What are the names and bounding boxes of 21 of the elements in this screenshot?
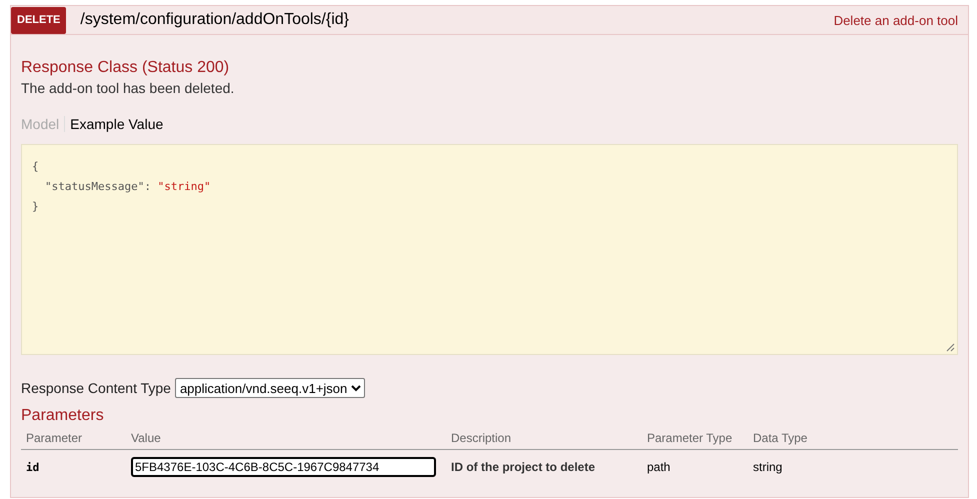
resize-grip-icon[interactable] — [946, 343, 955, 352]
parameter-value-input[interactable]: 5FB4376E-103C-4C6B-8C5C-1967C9847734 — [131, 457, 436, 477]
endpoint-summary[interactable]: Delete an add-on tool — [834, 12, 958, 28]
parameter-description: ID of the project to delete — [446, 450, 642, 484]
column-header: Description — [446, 428, 642, 450]
response-class-title: Response Class (Status 200) — [21, 59, 230, 77]
signature-tab[interactable]: Example Value — [64, 116, 168, 132]
example-value-code: { "statusMessage": "string" } — [21, 144, 958, 355]
column-header: Data Type — [748, 428, 958, 450]
content-type-label: Response Content Type — [21, 380, 171, 396]
column-header: Parameter — [21, 428, 126, 450]
endpoint-path[interactable]: /system/configuration/addOnTools/{id} — [80, 11, 350, 29]
parameter-name: id — [21, 450, 126, 484]
method-badge: DELETE — [11, 6, 66, 34]
data-type: string — [748, 450, 958, 484]
content-type-select[interactable]: application/vnd.seeq.v1+json — [174, 378, 365, 398]
parameter-type: path — [642, 450, 748, 484]
column-header: Parameter Type — [642, 428, 748, 450]
column-header: Value — [126, 428, 446, 450]
parameters-title: Parameters — [21, 407, 105, 425]
response-description: The add-on tool has been deleted. — [21, 80, 236, 96]
